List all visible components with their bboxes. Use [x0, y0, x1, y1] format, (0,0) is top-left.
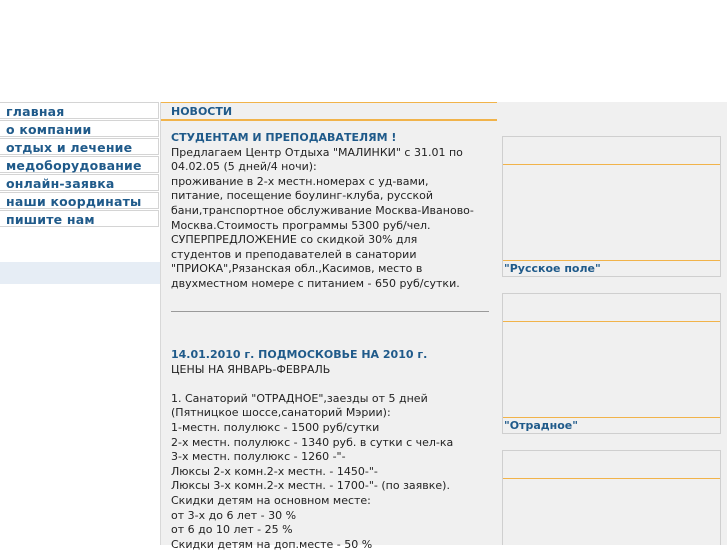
news-column: НОВОСТИ СТУДЕНТАМ И ПРЕПОДАВАТЕЛЯМ ! Пре…: [160, 102, 498, 551]
news-line: бани,транспортное обслуживание Москва-Ив…: [171, 203, 474, 217]
news-title: 14.01.2010 г. ПОДМОСКОВЬЕ НА 2010 г.: [171, 348, 428, 361]
promo-otradnoe[interactable]: "Отрадное": [502, 293, 721, 434]
left-nav: главная о компании отдых и лечение медоб…: [0, 102, 160, 545]
nav-item-home[interactable]: главная: [0, 102, 159, 119]
promo-caption[interactable]: "Русское поле": [503, 261, 721, 276]
news-header: НОВОСТИ: [161, 102, 498, 121]
news-line: 04.02.05 (5 дней/4 ночи):: [171, 160, 317, 174]
nav-item-write-us[interactable]: пишите нам: [0, 210, 159, 227]
news-line: СУПЕРПРЕДЛОЖЕНИЕ со скидкой 30% для: [171, 233, 418, 247]
news-line: 1-местн. полулюкс - 1500 руб/сутки: [171, 420, 380, 434]
news-line: проживание в 2-х местн.номерах с уд-вами…: [171, 174, 429, 188]
news-line: Скидки детям на основном месте:: [171, 493, 371, 507]
news-line: Люксы 2-х комн.2-х местн. - 1450-"-: [171, 464, 378, 478]
news-line: Москва.Стоимость программы 5300 руб/чел.: [171, 218, 431, 232]
promo-third[interactable]: [502, 450, 721, 545]
news-item-podmoskovye: 14.01.2010 г. ПОДМОСКОВЬЕ НА 2010 г. ЦЕН…: [171, 348, 493, 552]
promo-divider: [503, 478, 720, 479]
right-column: "Русское поле" "Отрадное": [497, 102, 727, 545]
news-line: Люксы 3-х комн.2-х местн. - 1700-"- (по …: [171, 479, 450, 493]
nav-item-online-request[interactable]: онлайн-заявка: [0, 174, 159, 191]
news-line: ЦЕНЫ НА ЯНВАРЬ-ФЕВРАЛЬ: [171, 362, 331, 376]
header-right-area: [497, 0, 727, 83]
nav-item-contacts[interactable]: наши координаты: [0, 192, 159, 209]
news-line: 2-х местн. полулюкс - 1340 руб. в сутки …: [171, 435, 454, 449]
news-line: [171, 377, 493, 392]
promo-divider: [503, 321, 720, 322]
news-line: студентов и преподавателей в санатории: [171, 247, 417, 261]
nav-item-about[interactable]: о компании: [0, 120, 159, 137]
promo-caption[interactable]: "Отрадное": [503, 418, 721, 433]
promo-russkoe-pole[interactable]: "Русское поле": [502, 136, 721, 277]
news-line: (Пятницкое шоссе,санаторий Мэрии):: [171, 406, 391, 420]
news-line: "ПРИОКА",Рязанская обл.,Касимов, место в: [171, 262, 423, 276]
news-line: двухместном номере с питанием - 650 руб/…: [171, 276, 460, 290]
header-right-strip: [497, 83, 727, 103]
news-line: 1. Санаторий "ОТРАДНОЕ",заезды от 5 дней: [171, 391, 428, 405]
nav-item-equipment[interactable]: медоборудование: [0, 156, 159, 173]
news-item-students: СТУДЕНТАМ И ПРЕПОДАВАТЕЛЯМ ! Предлагаем …: [171, 131, 493, 292]
news-line: Предлагаем Центр Отдыха "МАЛИНКИ" с 31.0…: [171, 145, 463, 159]
news-separator: [171, 311, 489, 312]
news-title: СТУДЕНТАМ И ПРЕПОДАВАТЕЛЯМ !: [171, 131, 397, 144]
promo-divider: [503, 164, 720, 165]
news-line: от 3-х до 6 лет - 30 %: [171, 508, 297, 522]
news-line: 3-х местн. полулюкс - 1260 -"-: [171, 450, 346, 464]
news-line: питание, посещение боулинг-клуба, русско…: [171, 189, 434, 203]
news-line: от 6 до 10 лет - 25 %: [171, 523, 293, 537]
nav-item-rest[interactable]: отдых и лечение: [0, 138, 159, 155]
nav-decor-strip: [0, 262, 160, 284]
